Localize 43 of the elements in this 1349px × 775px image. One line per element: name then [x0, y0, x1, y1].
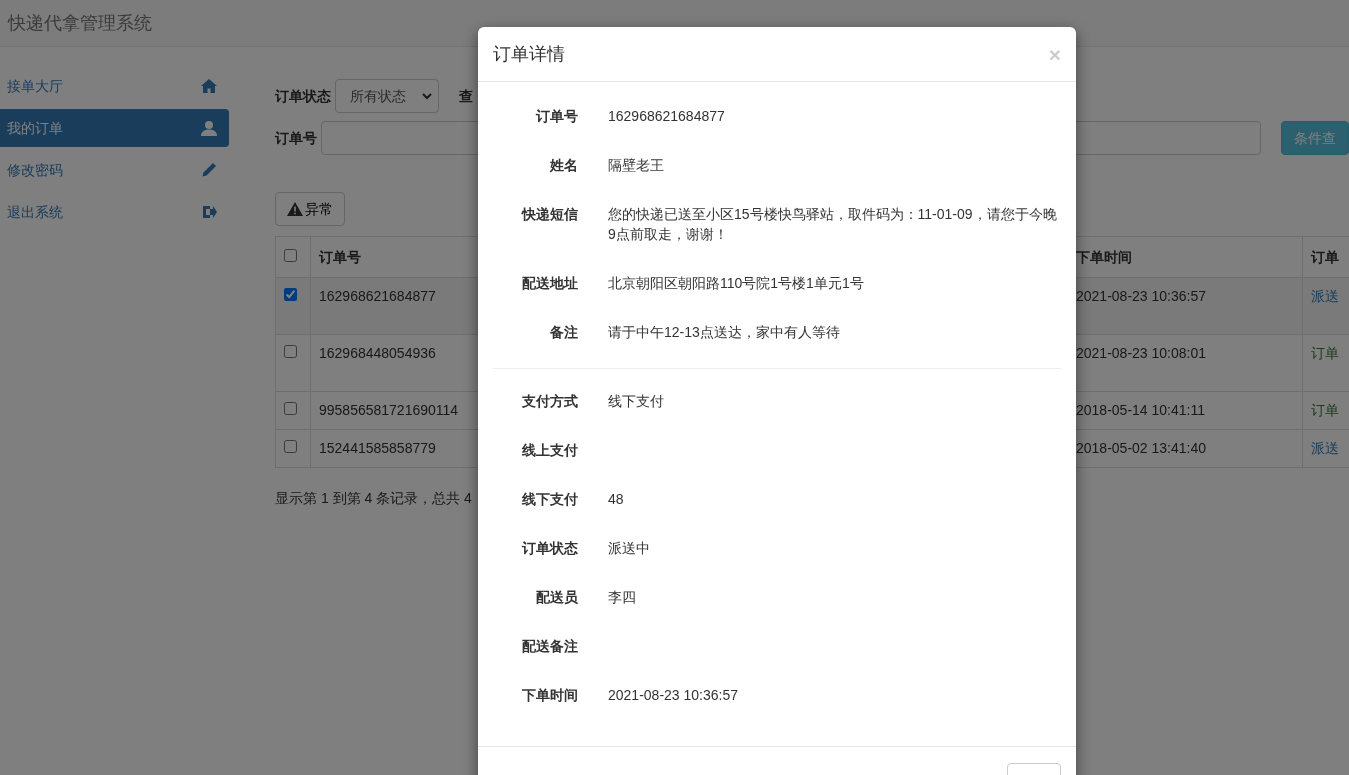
pencil-icon	[201, 162, 217, 178]
status-select[interactable]: 所有状态	[335, 79, 439, 113]
field-label: 支付方式	[521, 392, 578, 411]
sidebar-item[interactable]: 接单大厅	[0, 67, 229, 105]
user-icon	[201, 120, 217, 136]
exception-button[interactable]: 异常	[275, 192, 345, 226]
field-label: 配送备注	[521, 637, 578, 656]
column-header: 订单	[1302, 236, 1349, 278]
warning-icon	[287, 202, 303, 216]
chevron-down-icon	[422, 92, 432, 100]
field-label: 下单时间	[521, 686, 578, 705]
dialog-title: 订单详情	[493, 42, 565, 66]
filter-label: 查	[459, 86, 473, 106]
pagination-info: 显示第 1 到第 4 条记录，总共 4	[275, 490, 472, 506]
close-button[interactable]: ×	[1048, 43, 1061, 65]
field-label: 订单号	[534, 107, 578, 126]
field-label: 线下支付	[521, 490, 578, 509]
search-button[interactable]: 条件查	[1281, 121, 1349, 155]
sidebar-item[interactable]: 修改密码	[0, 151, 229, 189]
field-value: 隔壁老王	[608, 156, 665, 175]
app-title: 快递代拿管理系统	[8, 11, 152, 35]
field-value: 线下支付	[608, 392, 665, 411]
field-value: 48	[608, 490, 625, 509]
logout-icon	[201, 204, 217, 220]
field-label: 快递短信	[520, 205, 578, 224]
field-label: 姓名	[549, 156, 578, 175]
field-label: 订单状态	[520, 539, 578, 558]
row-checkbox[interactable]	[284, 288, 297, 301]
field-label: 线上支付	[521, 441, 578, 460]
field-value: 162968621684877	[608, 107, 726, 126]
filter-label: 订单状态	[275, 86, 331, 106]
field-value: 派送中	[608, 539, 651, 558]
row-checkbox[interactable]	[284, 440, 297, 453]
home-icon	[201, 78, 217, 94]
row-checkbox[interactable]	[284, 345, 297, 358]
filter-label: 订单号	[275, 128, 317, 148]
sidebar-item[interactable]: 我的订单	[0, 109, 229, 147]
sidebar-item[interactable]: 退出系统	[0, 193, 229, 231]
field-value: 李四	[608, 588, 637, 607]
field-value: 2021-08-23 10:36:57	[608, 686, 739, 705]
field-label: 配送员	[535, 588, 578, 607]
row-checkbox[interactable]	[284, 402, 297, 415]
select-all-checkbox[interactable]	[284, 248, 297, 262]
